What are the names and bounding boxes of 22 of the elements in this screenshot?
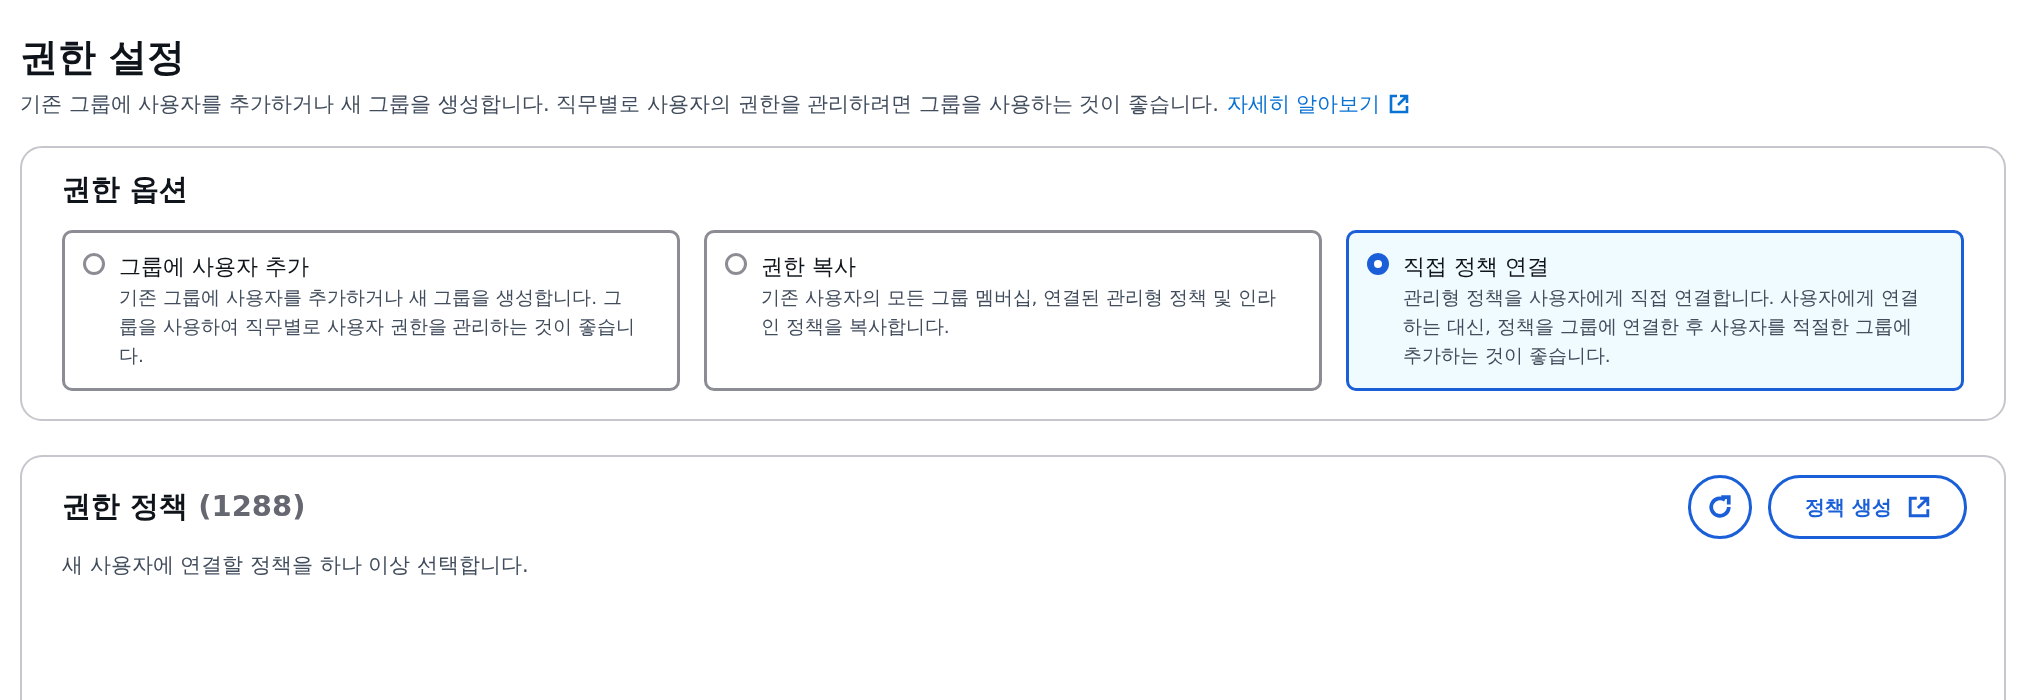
option-label: 그룹에 사용자 추가 xyxy=(119,253,310,281)
option-tile[interactable]: 직접 정책 연결 관리형 정책을 사용자에게 직접 연결합니다. 사용자에게 연결하는 대신, 정책을 그룹에 연결한 후 사용자를 적절한 그룹에 추가하는 것이 좋습니다. xyxy=(1346,230,1964,391)
radio-button[interactable] xyxy=(725,253,747,275)
option-label: 직접 정책 연결 xyxy=(1403,253,1550,281)
external-link-icon xyxy=(1388,94,1409,114)
create-policy-button[interactable]: 정책 생성 xyxy=(1768,475,1967,539)
page-title: 권한 설정 xyxy=(20,34,187,80)
page-description: 기존 그룹에 사용자를 추가하거나 새 그룹을 생성합니다. 직무별로 사용자의 권한을 관리하려면 그룹을 사용하는 것이 좋습니다. xyxy=(20,91,1219,118)
radio-button[interactable] xyxy=(83,253,105,275)
policy-count: (1288) xyxy=(198,489,306,523)
section-title: 권한 옵션 xyxy=(62,171,190,208)
option-label: 권한 복사 xyxy=(761,253,857,281)
section-description: 새 사용자에 연결할 정책을 하나 이상 선택합니다. xyxy=(62,552,530,579)
option-description: 관리형 정책을 사용자에게 직접 연결합니다. 사용자에게 연결하는 대신, 정책을 그룹에 연결한 후 사용자를 적절한 그룹에 추가하는 것이 좋습니다. xyxy=(1403,286,1921,368)
radio-button[interactable] xyxy=(1367,253,1389,275)
option-tile[interactable]: 권한 복사 기존 사용자의 모든 그룹 멤버십, 연결된 관리형 정책 및 인라인 정책을 복사합니다. xyxy=(704,230,1322,391)
external-link-icon xyxy=(1908,496,1930,518)
section-title: 권한 정책 xyxy=(62,489,189,523)
option-tile[interactable]: 그룹에 사용자 추가 기존 그룹에 사용자를 추가하거나 새 그룹을 생성합니다. 그룹을 사용하여 직무별로 사용자 권한을 관리하는 것이 좋습니다. xyxy=(62,230,680,391)
option-description: 기존 그룹에 사용자를 추가하거나 새 그룹을 생성합니다. 그룹을 사용하여 직무별로 사용자 권한을 관리하는 것이 좋습니다. xyxy=(119,286,637,368)
option-description: 기존 사용자의 모든 그룹 멤버십, 연결된 관리형 정책 및 인라인 정책을 복사합니다. xyxy=(761,286,1277,339)
learn-more-link[interactable]: 자세히 알아보기 xyxy=(1226,90,1381,118)
